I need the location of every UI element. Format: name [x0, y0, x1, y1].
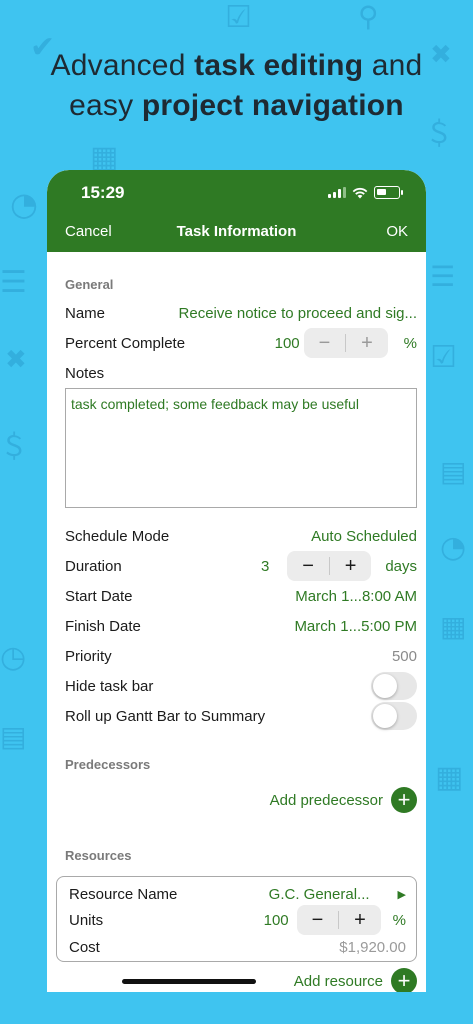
- background-pattern-icon: ＄: [0, 430, 29, 463]
- background-pattern-icon: ☰: [0, 265, 27, 300]
- percent-unit: %: [403, 334, 417, 352]
- duration-stepper[interactable]: − +: [287, 551, 372, 581]
- notes-label: Notes: [65, 364, 105, 382]
- units-unit: %: [392, 911, 406, 929]
- navigation-bar: 15:29 Task Information Cancel OK: [47, 170, 426, 252]
- background-pattern-icon: ☑: [430, 340, 457, 375]
- decrement-button[interactable]: −: [304, 328, 346, 358]
- home-indicator: [122, 979, 256, 984]
- background-pattern-icon: ▦: [440, 610, 467, 643]
- hide-task-bar-row: Hide task bar: [65, 671, 417, 701]
- add-resource-label: Add resource: [293, 972, 383, 990]
- phone-screen: 15:29 Task Information Cancel OK General…: [47, 170, 426, 992]
- resource-name-label: Resource Name: [69, 885, 178, 903]
- notes-row: Notes: [65, 358, 417, 388]
- notes-textarea[interactable]: task completed; some feedback may be use…: [65, 388, 417, 508]
- name-label: Name: [65, 304, 106, 322]
- rollup-row: Roll up Gantt Bar to Summary: [65, 701, 417, 731]
- start-date-value[interactable]: March 1...8:00 AM: [295, 588, 417, 605]
- priority-label: Priority: [65, 647, 112, 665]
- increment-button[interactable]: +: [339, 905, 381, 935]
- units-label: Units: [69, 911, 104, 929]
- section-header-predecessors: Predecessors: [65, 757, 151, 772]
- name-value[interactable]: Receive notice to proceed and sig...: [179, 305, 417, 322]
- rollup-toggle[interactable]: [371, 702, 417, 730]
- headline-bold-text: project navigation: [141, 89, 404, 122]
- units-stepper[interactable]: − +: [296, 905, 381, 935]
- percent-complete-label: Percent Complete: [65, 334, 186, 352]
- background-pattern-icon: ◷: [0, 640, 27, 675]
- duration-row: Duration 3 − + days: [65, 551, 417, 581]
- battery-icon: [374, 186, 403, 199]
- cost-value: $1,920.00: [339, 938, 406, 956]
- percent-complete-stepper[interactable]: − +: [303, 328, 388, 358]
- headline-text: and: [363, 49, 423, 82]
- rollup-label: Roll up Gantt Bar to Summary: [65, 707, 266, 725]
- priority-row[interactable]: Priority 500: [65, 641, 417, 671]
- background-pattern-icon: ▤: [440, 455, 467, 488]
- percent-complete-value[interactable]: 100: [275, 335, 300, 352]
- headline-text: Advanced: [50, 49, 195, 82]
- hide-task-bar-toggle[interactable]: [371, 672, 417, 700]
- decrement-button[interactable]: −: [287, 551, 329, 581]
- background-pattern-icon: ✖: [5, 345, 27, 375]
- task-form: General Name Receive notice to proceed a…: [47, 252, 426, 992]
- hide-task-bar-label: Hide task bar: [65, 677, 154, 695]
- background-pattern-icon: ☰: [430, 260, 456, 293]
- background-pattern-icon: ◔: [10, 185, 38, 223]
- status-time: 15:29: [81, 183, 125, 202]
- resource-name-row[interactable]: Resource Name G.C. General... ▶: [69, 881, 406, 907]
- decrement-button[interactable]: −: [297, 905, 339, 935]
- start-date-label: Start Date: [65, 587, 133, 605]
- cost-label: Cost: [69, 938, 100, 956]
- background-pattern-icon: ☑: [225, 0, 252, 35]
- increment-button[interactable]: +: [330, 551, 372, 581]
- disclosure-arrow-icon[interactable]: ▶: [398, 888, 406, 901]
- plus-circle-icon: +: [391, 787, 417, 813]
- finish-date-row[interactable]: Finish Date March 1...5:00 PM: [65, 611, 417, 641]
- duration-unit: days: [385, 557, 417, 575]
- duration-label: Duration: [65, 557, 122, 575]
- background-pattern-icon: ◔: [440, 530, 467, 565]
- resource-card: Resource Name G.C. General... ▶ Units 10…: [56, 876, 417, 962]
- ok-button[interactable]: OK: [386, 223, 408, 240]
- duration-value[interactable]: 3: [261, 558, 269, 575]
- status-icons: [328, 186, 403, 199]
- headline-text: easy: [69, 89, 142, 122]
- marketing-headline: Advanced task editing and easy project n…: [0, 46, 473, 126]
- schedule-mode-label: Schedule Mode: [65, 527, 170, 545]
- background-pattern-icon: ▦: [435, 760, 464, 795]
- section-header-resources: Resources: [65, 848, 132, 863]
- add-resource-button[interactable]: Add resource +: [294, 968, 417, 992]
- cellular-signal-icon: [328, 187, 346, 198]
- schedule-mode-row[interactable]: Schedule Mode Auto Scheduled: [65, 521, 417, 551]
- add-predecessor-button[interactable]: Add predecessor +: [270, 787, 417, 813]
- section-header-general: General: [65, 277, 114, 292]
- finish-date-value[interactable]: March 1...5:00 PM: [294, 618, 417, 635]
- plus-circle-icon: +: [391, 968, 417, 992]
- increment-button[interactable]: +: [346, 328, 388, 358]
- resource-name-value[interactable]: G.C. General...: [269, 886, 370, 903]
- start-date-row[interactable]: Start Date March 1...8:00 AM: [65, 581, 417, 611]
- background-pattern-icon: ⚲: [358, 0, 379, 33]
- headline-bold-text: task editing: [194, 49, 364, 82]
- schedule-mode-value[interactable]: Auto Scheduled: [311, 528, 417, 545]
- units-value[interactable]: 100: [264, 912, 289, 929]
- cancel-button[interactable]: Cancel: [65, 223, 112, 240]
- priority-value[interactable]: 500: [392, 648, 417, 665]
- finish-date-label: Finish Date: [65, 617, 141, 635]
- wifi-icon: [352, 187, 368, 198]
- name-row[interactable]: Name Receive notice to proceed and sig..…: [65, 298, 417, 328]
- units-row: Units 100 − + %: [69, 905, 406, 935]
- add-predecessor-label: Add predecessor: [269, 791, 383, 809]
- percent-complete-row: Percent Complete 100 − + %: [65, 328, 417, 358]
- background-pattern-icon: ▤: [0, 720, 27, 753]
- cost-row: Cost $1,920.00: [69, 934, 406, 960]
